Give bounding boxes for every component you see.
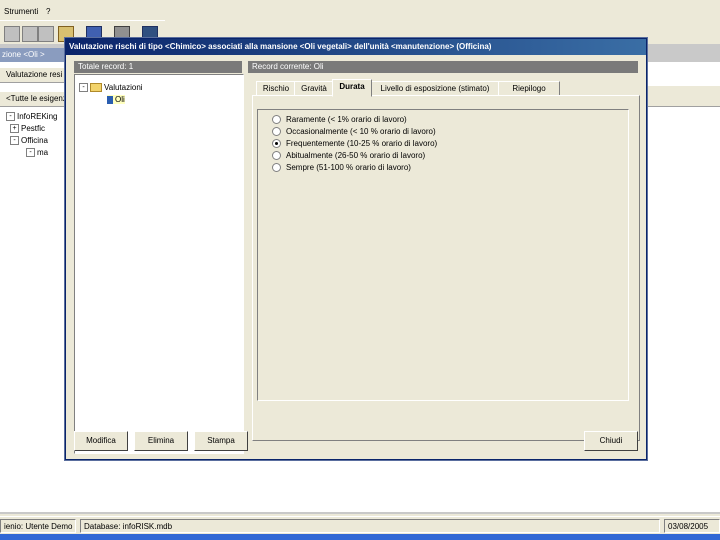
tree-node[interactable]: - ma (26, 148, 48, 158)
statusbar: ienio: Utente Demo Database: infoRISK.md… (0, 516, 720, 535)
status-user: ienio: Utente Demo (0, 519, 76, 533)
modify-button[interactable]: Modifica (74, 431, 128, 451)
status-database: Database: infoRISK.mdb (80, 519, 660, 533)
risk-evaluation-dialog: Valutazione rischi di tipo <Chimico> ass… (65, 38, 647, 460)
duration-options-group: Raramente (< 1% orario di lavoro) Occasi… (257, 109, 629, 401)
background-right-toolbar (645, 86, 720, 107)
radio-button[interactable] (272, 151, 281, 161)
collapse-icon: - (26, 148, 35, 158)
background-window-title: zione <Oli > (0, 48, 72, 62)
menubar: Strumenti ? (0, 0, 720, 20)
tree-root[interactable]: - Valutazioni (79, 83, 143, 93)
close-button[interactable]: Chiudi (584, 431, 638, 451)
option-sempre[interactable]: Sempre (51-100 % orario di lavoro) (272, 162, 411, 174)
toolbar-button-1[interactable] (4, 26, 20, 42)
document-icon (107, 95, 113, 104)
toolbar-button-3[interactable] (38, 26, 54, 42)
collapse-icon: - (10, 136, 19, 146)
radio-button-selected[interactable] (272, 139, 281, 149)
expand-icon: + (10, 124, 19, 134)
option-abitualmente[interactable]: Abitualmente (26-50 % orario di lavoro) (272, 150, 425, 162)
menu-strumenti[interactable]: Strumenti (4, 7, 38, 16)
toolbar-button-2[interactable] (22, 26, 38, 42)
tab-durata[interactable]: Durata (332, 79, 372, 97)
taskbar-edge (0, 534, 720, 540)
tree-node[interactable]: - Officina (10, 136, 48, 146)
tab-body-durata: Raramente (< 1% orario di lavoro) Occasi… (252, 95, 640, 441)
evaluations-tree: - Valutazioni Oli (74, 74, 244, 454)
option-occasionalmente[interactable]: Occasionalmente (< 10 % orario di lavoro… (272, 126, 436, 138)
radio-button[interactable] (272, 115, 281, 125)
folder-icon (90, 83, 102, 93)
menu-help[interactable]: ? (46, 7, 50, 16)
print-button[interactable]: Stampa (194, 431, 248, 451)
radio-button[interactable] (272, 163, 281, 173)
status-date: 03/08/2005 (664, 519, 720, 533)
dialog-title: Valutazione rischi di tipo <Chimico> ass… (66, 39, 646, 55)
tree-child[interactable]: Oli (107, 95, 125, 104)
radio-button[interactable] (272, 127, 281, 137)
tree-node[interactable]: + Pestfic (10, 124, 45, 134)
current-record-header: Record corrente: Oli (248, 61, 638, 73)
option-frequentemente[interactable]: Frequentemente (10-25 % orario di lavoro… (272, 138, 437, 150)
option-raramente[interactable]: Raramente (< 1% orario di lavoro) (272, 114, 407, 126)
collapse-icon: - (6, 112, 15, 122)
total-records-header: Totale record: 1 (74, 61, 242, 73)
delete-button[interactable]: Elimina (134, 431, 188, 451)
collapse-icon: - (79, 83, 88, 93)
tree-node[interactable]: - InfoREKing (6, 112, 57, 122)
